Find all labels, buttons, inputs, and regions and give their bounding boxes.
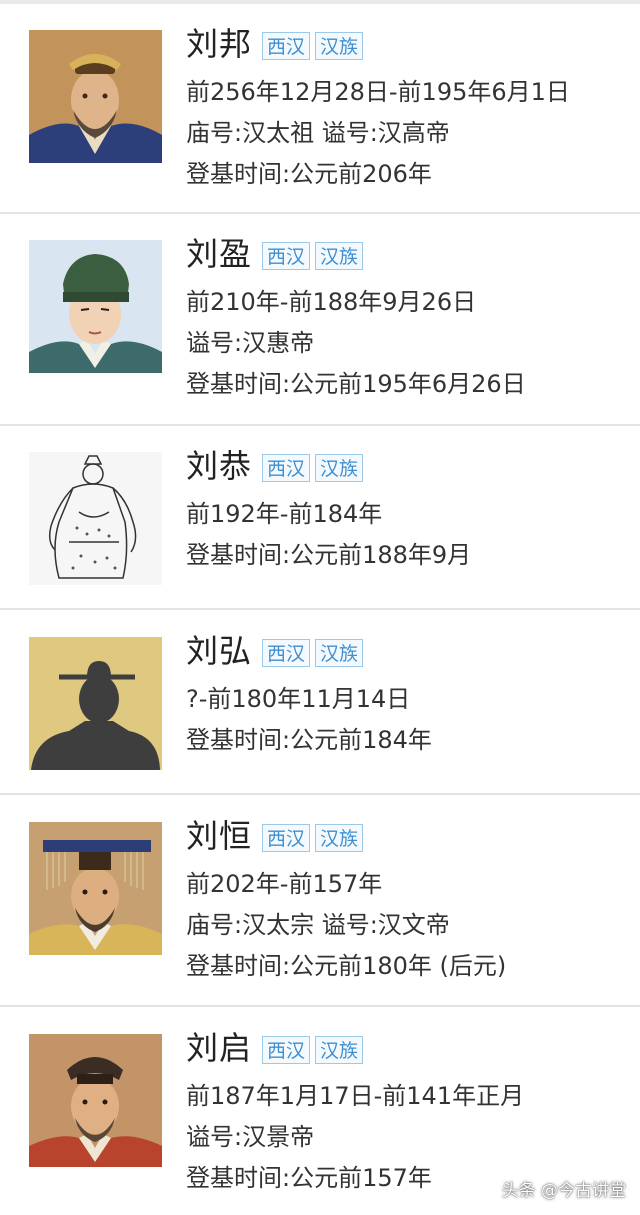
emperor-name[interactable]: 刘弘 <box>186 633 252 669</box>
lifespan-text: 前187年1月17日-前141年正月 <box>186 1082 525 1110</box>
enthronement-text: 登基时间:公元前180年 (后元) <box>186 952 507 980</box>
dynasty-tag[interactable]: 西汉 <box>262 824 311 852</box>
title-text: 庙号:汉太宗 谥号:汉文帝 <box>186 911 450 939</box>
dynasty-tag[interactable]: 西汉 <box>262 454 311 482</box>
emperor-card-3[interactable]: 刘恭 西汉 汉族 前192年-前184年 登基时间:公元前188年9月 <box>0 426 640 610</box>
emperor-name[interactable]: 刘恭 <box>186 448 252 484</box>
dynasty-tag[interactable]: 西汉 <box>262 242 311 270</box>
dynasty-tag[interactable]: 西汉 <box>262 1036 311 1064</box>
ethnicity-tag[interactable]: 汉族 <box>315 454 364 482</box>
portrait-image <box>29 240 162 373</box>
dynasty-tag[interactable]: 西汉 <box>262 639 311 667</box>
portrait-image <box>29 1034 162 1167</box>
ethnicity-tag[interactable]: 汉族 <box>315 824 364 852</box>
title-text: 谥号:汉惠帝 <box>186 329 315 357</box>
lifespan-text: 前202年-前157年 <box>186 870 383 898</box>
ethnicity-tag[interactable]: 汉族 <box>315 639 364 667</box>
portrait-image <box>29 822 162 955</box>
portrait-image <box>29 30 162 163</box>
ethnicity-tag[interactable]: 汉族 <box>315 1036 364 1064</box>
enthronement-text: 登基时间:公元前184年 <box>186 726 432 754</box>
emperor-card-1[interactable]: 刘邦 西汉 汉族 前256年12月28日-前195年6月1日 庙号:汉太祖 谥号… <box>0 4 640 214</box>
lifespan-text: 前192年-前184年 <box>186 500 383 528</box>
emperor-card-2[interactable]: 刘盈 西汉 汉族 前210年-前188年9月26日 谥号:汉惠帝 登基时间:公元… <box>0 214 640 426</box>
dynasty-tag[interactable]: 西汉 <box>262 32 311 60</box>
enthronement-text: 登基时间:公元前206年 <box>186 160 432 188</box>
lifespan-text: 前256年12月28日-前195年6月1日 <box>186 78 570 106</box>
emperor-name[interactable]: 刘恒 <box>186 818 252 854</box>
ethnicity-tag[interactable]: 汉族 <box>315 242 364 270</box>
title-text: 谥号:汉景帝 <box>186 1123 315 1151</box>
ethnicity-tag[interactable]: 汉族 <box>315 32 364 60</box>
enthronement-text: 登基时间:公元前157年 <box>186 1164 432 1192</box>
enthronement-text: 登基时间:公元前195年6月26日 <box>186 370 526 398</box>
portrait-image <box>29 452 162 585</box>
portrait-image <box>29 637 162 770</box>
emperor-name[interactable]: 刘启 <box>186 1030 252 1066</box>
emperor-card-4[interactable]: 刘弘 西汉 汉族 ?-前180年11月14日 登基时间:公元前184年 <box>0 610 640 795</box>
emperor-card-5[interactable]: 刘恒 西汉 汉族 前202年-前157年 庙号:汉太宗 谥号:汉文帝 登基时间:… <box>0 795 640 1007</box>
watermark: 头条 @今古讲堂 <box>501 1181 626 1201</box>
lifespan-text: 前210年-前188年9月26日 <box>186 288 477 316</box>
emperor-name[interactable]: 刘盈 <box>186 236 252 272</box>
enthronement-text: 登基时间:公元前188年9月 <box>186 541 472 569</box>
emperor-name[interactable]: 刘邦 <box>186 26 252 62</box>
title-text: 庙号:汉太祖 谥号:汉高帝 <box>186 119 450 147</box>
lifespan-text: ?-前180年11月14日 <box>186 685 411 713</box>
